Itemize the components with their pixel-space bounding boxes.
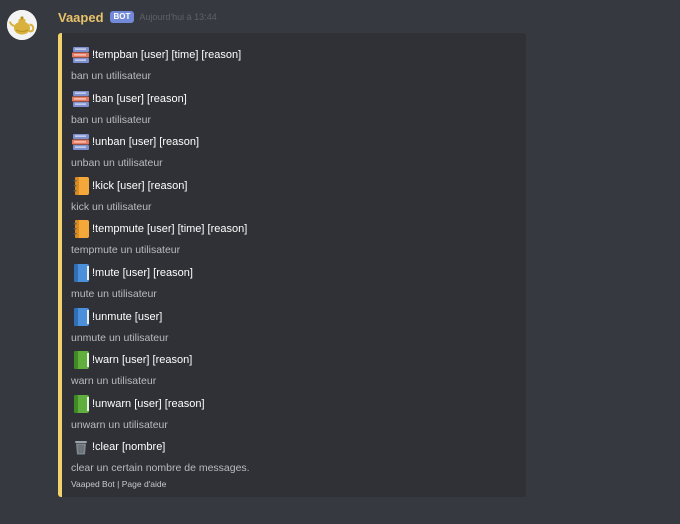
bot-badge: BOT — [109, 11, 135, 23]
command-field: !warn [user] [reason] warn un utilisateu… — [71, 349, 511, 393]
command-description: ban un utilisateur — [71, 70, 151, 82]
command-syntax: !warn [user] [reason] — [92, 354, 193, 367]
command-field: !unban [user] [reason] unban un utilisat… — [71, 131, 511, 175]
timestamp: Aujourd'hui à 13:44 — [139, 12, 217, 22]
books-icon — [71, 132, 91, 152]
command-field: !clear [nombre] clear un certain nombre … — [71, 436, 511, 480]
command-name: !unmute [user] — [71, 306, 511, 328]
command-field: !kick [user] [reason] kick un utilisateu… — [71, 175, 511, 219]
command-name: !tempmute [user] [time] [reason] — [71, 218, 511, 240]
command-syntax: !clear [nombre] — [92, 441, 166, 454]
command-description: tempmute un utilisateur — [71, 244, 181, 257]
green-book-icon — [71, 394, 91, 414]
command-syntax: !unmute [user] — [92, 310, 163, 323]
command-syntax: !unwarn [user] [reason] — [92, 397, 205, 410]
teapot-icon — [7, 10, 37, 40]
orange-notebook-icon — [71, 219, 91, 239]
bot-message: Vaaped BOT Aujourd'hui à 13:44 !tempban … — [0, 0, 680, 524]
command-field: !tempmute [user] [time] [reason] tempmut… — [71, 218, 511, 262]
message-header: Vaaped BOT Aujourd'hui à 13:44 — [58, 8, 217, 26]
command-syntax: !mute [user] [reason] — [92, 266, 193, 279]
command-name: !warn [user] [reason] — [71, 349, 511, 371]
command-field: !mute [user] [reason] mute un utilisateu… — [71, 262, 511, 306]
command-name: !clear [nombre] — [71, 436, 511, 458]
command-syntax: !tempban [user] [time] [reason] — [92, 49, 242, 61]
command-field: !ban [user] [reason] ban un utilisateur — [71, 88, 511, 132]
command-syntax: !unban [user] [reason] — [92, 136, 200, 149]
command-field: !tempban [user] [time] [reason] ban un u… — [71, 44, 511, 88]
command-syntax: !tempmute [user] [time] [reason] — [92, 223, 248, 236]
command-syntax: !ban [user] [reason] — [92, 92, 187, 105]
command-description: mute un utilisateur — [71, 287, 157, 300]
help-embed: !tempban [user] [time] [reason] ban un u… — [58, 33, 526, 497]
books-icon — [71, 89, 91, 109]
command-name: !kick [user] [reason] — [71, 175, 511, 197]
command-description: clear un certain nombre de messages. — [71, 462, 250, 475]
command-field: !unwarn [user] [reason] unwarn un utilis… — [71, 393, 511, 437]
books-icon — [71, 45, 91, 65]
command-name: !ban [user] [reason] — [71, 88, 511, 110]
username[interactable]: Vaaped — [58, 10, 104, 25]
command-syntax: !kick [user] [reason] — [92, 179, 188, 192]
command-description: warn un utilisateur — [71, 375, 157, 388]
wastebasket-icon — [71, 437, 91, 457]
command-description: unmute un utilisateur — [71, 331, 169, 344]
green-book-icon — [71, 350, 91, 370]
command-field: !unmute [user] unmute un utilisateur — [71, 306, 511, 350]
blue-book-icon — [71, 263, 91, 283]
command-name: !unwarn [user] [reason] — [71, 393, 511, 415]
bot-avatar[interactable] — [7, 10, 37, 40]
command-name: !mute [user] [reason] — [71, 262, 511, 284]
command-description: unwarn un utilisateur — [71, 418, 168, 431]
command-list: !tempban [user] [time] [reason] ban un u… — [71, 44, 511, 480]
orange-notebook-icon — [71, 176, 91, 196]
embed-footer: Vaaped Bot | Page d'aide — [71, 479, 167, 489]
command-name: !unban [user] [reason] — [71, 131, 511, 153]
blue-book-icon — [71, 307, 91, 327]
command-name: !tempban [user] [time] [reason] — [71, 44, 511, 66]
command-description: ban un utilisateur — [71, 113, 151, 126]
command-description: kick un utilisateur — [71, 200, 152, 213]
command-description: unban un utilisateur — [71, 157, 163, 170]
